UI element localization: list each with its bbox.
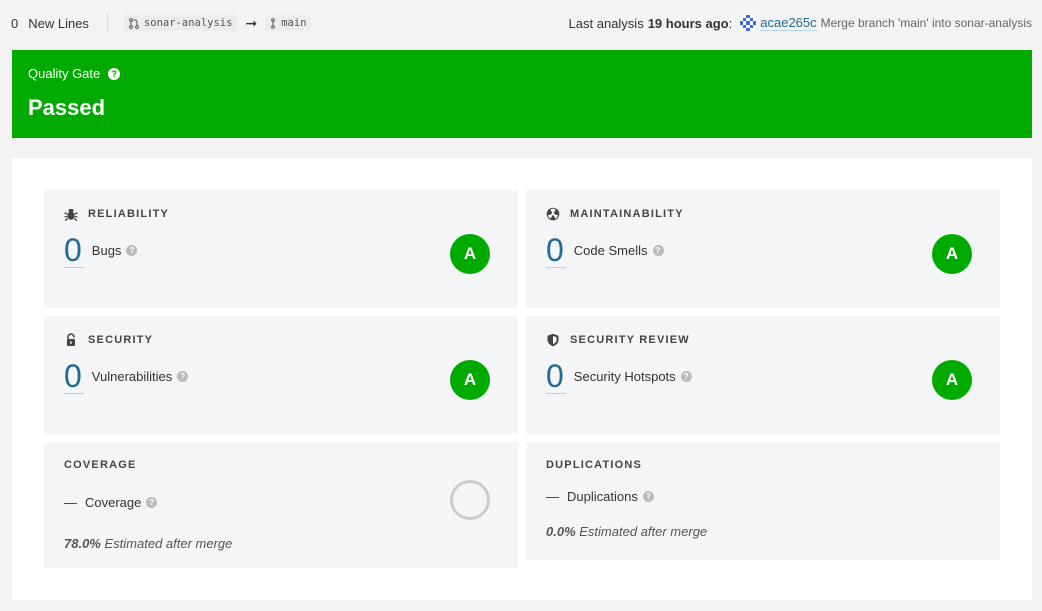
arrow-right-icon: ➞ (245, 14, 258, 31)
vulnerabilities-label-wrap: Vulnerabilities ? (91, 369, 189, 384)
coverage-estimate-text: Estimated after merge (104, 536, 233, 551)
help-icon[interactable]: ? (177, 371, 189, 382)
vulnerabilities-count[interactable]: 0 (64, 359, 84, 394)
maintainability-title: MAINTAINABILITY (570, 208, 684, 220)
code-smells-label-wrap: Code Smells ? (574, 243, 664, 258)
branch-icon (271, 17, 275, 29)
maintainability-rating[interactable]: A (932, 234, 972, 274)
quality-gate-status: Passed (28, 95, 106, 120)
duplications-value: — (546, 489, 559, 504)
commit-avatar-icon (740, 15, 757, 31)
help-icon[interactable]: ? (652, 245, 664, 256)
hotspots-label-wrap: Security Hotspots ? (574, 369, 692, 384)
security-card: SECURITY 0 Vulnerabilities ? A (44, 316, 518, 434)
coverage-label: Coverage (85, 495, 142, 510)
coverage-donut (450, 480, 490, 520)
code-smells-count[interactable]: 0 (546, 233, 566, 268)
lock-icon (64, 333, 78, 347)
new-lines-label: New Lines (28, 15, 89, 31)
bugs-label: Bugs (91, 243, 122, 258)
target-branch-name: main (281, 17, 307, 29)
security-title: SECURITY (88, 334, 154, 346)
code-smells-metric: 0 Code Smells ? (546, 233, 980, 268)
source-branch-name: sonar-analysis (143, 17, 233, 29)
reliability-rating[interactable]: A (450, 234, 490, 274)
duplications-title: DUPLICATIONS (546, 459, 643, 471)
source-branch-chip[interactable]: sonar-analysis (123, 15, 238, 31)
reliability-title: RELIABILITY (88, 208, 170, 220)
last-analysis-label: Last analysis (568, 15, 644, 31)
commit-message: Merge branch 'main' into sonar-analysis (820, 16, 1032, 30)
reliability-header: RELIABILITY (64, 207, 498, 221)
security-review-rating[interactable]: A (932, 360, 972, 400)
coverage-header: COVERAGE (64, 459, 498, 471)
reliability-card: RELIABILITY 0 Bugs ? A (44, 190, 518, 308)
vulnerabilities-label: Vulnerabilities (91, 369, 173, 384)
maintainability-header: MAINTAINABILITY (546, 207, 980, 221)
quality-gate-label: Quality Gate (28, 66, 101, 81)
coverage-label-wrap: Coverage ? (85, 495, 158, 510)
last-analysis-info: Last analysis 19 hours ago : acae265c Me… (569, 15, 1032, 31)
help-icon[interactable]: ? (108, 67, 121, 80)
security-rating[interactable]: A (450, 360, 490, 400)
code-smells-label: Code Smells (573, 243, 648, 258)
last-analysis-colon: : (728, 15, 733, 31)
pull-request-icon (129, 17, 139, 29)
hotspots-label: Security Hotspots (573, 369, 676, 384)
hotspots-count[interactable]: 0 (546, 359, 566, 394)
bugs-count[interactable]: 0 (64, 233, 84, 268)
duplications-card: DUPLICATIONS — Duplications ? 0.0% Estim… (526, 442, 1000, 560)
help-icon[interactable]: ? (680, 371, 692, 382)
coverage-card: COVERAGE — Coverage ? 78.0% Estimated af… (44, 442, 518, 568)
last-analysis-time: 19 hours ago (647, 15, 729, 31)
bug-icon (64, 207, 78, 221)
duplications-label-wrap: Duplications ? (567, 489, 654, 504)
bugs-metric: 0 Bugs ? (64, 233, 498, 268)
duplications-metric: — Duplications ? (546, 489, 980, 504)
coverage-metric: — Coverage ? (64, 495, 498, 510)
coverage-estimate-value: 78.0% (64, 536, 101, 551)
hotspots-metric: 0 Security Hotspots ? (546, 359, 980, 394)
analysis-header: 0 New Lines sonar-analysis ➞ main Last a… (0, 0, 1042, 46)
security-header: SECURITY (64, 333, 498, 347)
help-icon[interactable]: ? (146, 497, 158, 508)
new-lines-summary: 0 New Lines (11, 16, 89, 31)
duplications-estimate-value: 0.0% (546, 524, 576, 539)
bugs-label-wrap: Bugs ? (92, 243, 138, 258)
maintainability-card: MAINTAINABILITY 0 Code Smells ? A (526, 190, 1000, 308)
security-review-card: SECURITY REVIEW 0 Security Hotspots ? A (526, 316, 1000, 434)
quality-gate-header: Quality Gate ? (28, 66, 1016, 81)
help-icon[interactable]: ? (126, 245, 138, 256)
coverage-value: — (64, 495, 77, 510)
coverage-title: COVERAGE (64, 459, 137, 471)
duplications-header: DUPLICATIONS (546, 459, 980, 471)
security-review-header: SECURITY REVIEW (546, 333, 980, 347)
duplications-estimate-text: Estimated after merge (579, 524, 708, 539)
metrics-panel: RELIABILITY 0 Bugs ? A MAINTAINABILITY 0… (12, 158, 1032, 600)
quality-gate-banner: Quality Gate ? Passed (12, 50, 1032, 138)
radiation-icon (546, 207, 560, 221)
shield-icon (546, 333, 560, 347)
commit-hash-link[interactable]: acae265c (760, 15, 817, 31)
new-lines-count: 0 (11, 15, 19, 31)
duplications-label: Duplications (567, 489, 638, 504)
coverage-estimate: 78.0% Estimated after merge (64, 536, 498, 551)
security-review-title: SECURITY REVIEW (570, 334, 690, 346)
target-branch-chip[interactable]: main (265, 15, 312, 31)
vulnerabilities-metric: 0 Vulnerabilities ? (64, 359, 498, 394)
help-icon[interactable]: ? (642, 491, 654, 502)
duplications-estimate: 0.0% Estimated after merge (546, 524, 980, 539)
header-divider (106, 13, 108, 33)
